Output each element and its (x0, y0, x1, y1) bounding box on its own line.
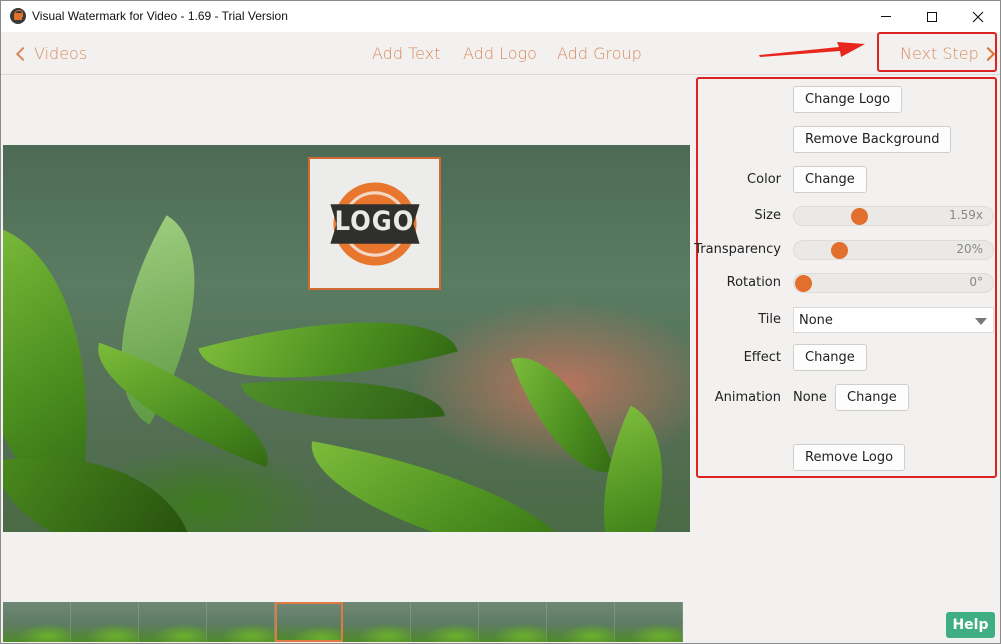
animation-row: Animation None Change (698, 384, 995, 412)
animation-label: Animation (714, 390, 781, 405)
tile-selected-value: None (799, 313, 833, 328)
transparency-slider[interactable]: 20% (793, 240, 994, 260)
back-label: Videos (34, 44, 88, 63)
transparency-value: 20% (956, 242, 983, 256)
video-preview-area: LOGO (1, 75, 691, 642)
leaf-shape (298, 441, 588, 532)
size-row: Size 1.59x (698, 202, 995, 230)
minimize-button[interactable] (863, 1, 909, 32)
title-bar: Visual Watermark for Video - 1.69 - Tria… (1, 1, 1000, 32)
rotation-value: 0° (969, 275, 983, 289)
animation-value: None (793, 390, 827, 405)
add-text-link[interactable]: Add Text (372, 44, 440, 63)
size-value: 1.59x (949, 208, 983, 222)
leaf-shape (510, 338, 616, 492)
app-window: Visual Watermark for Video - 1.69 - Tria… (0, 0, 1001, 644)
filmstrip-frame[interactable] (547, 602, 615, 642)
toolbar: Videos Add Text Add Logo Add Group Next … (1, 32, 1000, 75)
filmstrip-frame[interactable] (275, 602, 343, 642)
change-logo-row: Change Logo (698, 86, 995, 114)
size-slider-handle[interactable] (851, 208, 869, 225)
filmstrip (3, 602, 683, 642)
close-icon (972, 11, 984, 22)
maximize-icon (927, 11, 937, 22)
filmstrip-frame[interactable] (343, 602, 411, 642)
rotation-slider[interactable]: 0° (793, 273, 994, 293)
change-animation-button[interactable]: Change (835, 384, 909, 411)
rotation-row: Rotation 0° (698, 269, 995, 297)
tile-label: Tile (758, 312, 781, 327)
filmstrip-frame[interactable] (479, 602, 547, 642)
effect-label: Effect (743, 350, 781, 365)
next-step-button[interactable]: Next Step (900, 44, 995, 63)
maximize-button[interactable] (909, 1, 955, 32)
filmstrip-frame[interactable] (615, 602, 683, 642)
annotation-arrow-icon (759, 42, 865, 57)
next-step-label: Next Step (900, 44, 979, 63)
size-label: Size (754, 208, 781, 223)
change-effect-button[interactable]: Change (793, 344, 867, 371)
filmstrip-frame[interactable] (139, 602, 207, 642)
remove-background-button[interactable]: Remove Background (793, 126, 952, 153)
logo-watermark[interactable]: LOGO (308, 157, 441, 290)
filmstrip-frame[interactable] (71, 602, 139, 642)
logo-text: LOGO (334, 206, 415, 237)
minimize-icon (881, 16, 891, 17)
change-color-button[interactable]: Change (793, 166, 867, 193)
add-logo-link[interactable]: Add Logo (463, 44, 537, 63)
filmstrip-frame[interactable] (3, 602, 71, 642)
change-logo-button[interactable]: Change Logo (793, 86, 903, 113)
rotation-label: Rotation (726, 275, 781, 290)
app-lock-icon (10, 8, 26, 24)
help-button[interactable]: Help (946, 612, 995, 638)
chevron-right-icon (980, 46, 995, 61)
logo-settings-panel: Change Logo Remove Background Color Chan… (694, 77, 997, 478)
transparency-slider-handle[interactable] (831, 242, 849, 259)
filmstrip-frame[interactable] (207, 602, 275, 642)
remove-logo-button[interactable]: Remove Logo (793, 444, 906, 471)
dropdown-arrow-icon (975, 318, 987, 325)
chevron-left-icon (15, 46, 31, 61)
tile-row: Tile None (698, 306, 995, 334)
transparency-label: Transparency (694, 242, 781, 257)
remove-background-row: Remove Background (698, 126, 995, 154)
filmstrip-frame[interactable] (411, 602, 479, 642)
size-slider[interactable]: 1.59x (793, 206, 994, 226)
add-group-link[interactable]: Add Group (557, 44, 642, 63)
color-row: Color Change (698, 166, 995, 194)
tile-select[interactable]: None (793, 307, 994, 333)
rotation-slider-handle[interactable] (795, 275, 812, 292)
color-label: Color (747, 172, 781, 187)
transparency-row: Transparency 20% (694, 236, 995, 264)
back-to-videos-link[interactable]: Videos (15, 44, 87, 63)
window-title: Visual Watermark for Video - 1.69 - Tria… (32, 9, 288, 23)
effect-row: Effect Change (698, 344, 995, 372)
video-frame[interactable]: LOGO (3, 145, 690, 532)
close-button[interactable] (955, 1, 1001, 32)
remove-logo-row: Remove Logo (698, 444, 995, 472)
